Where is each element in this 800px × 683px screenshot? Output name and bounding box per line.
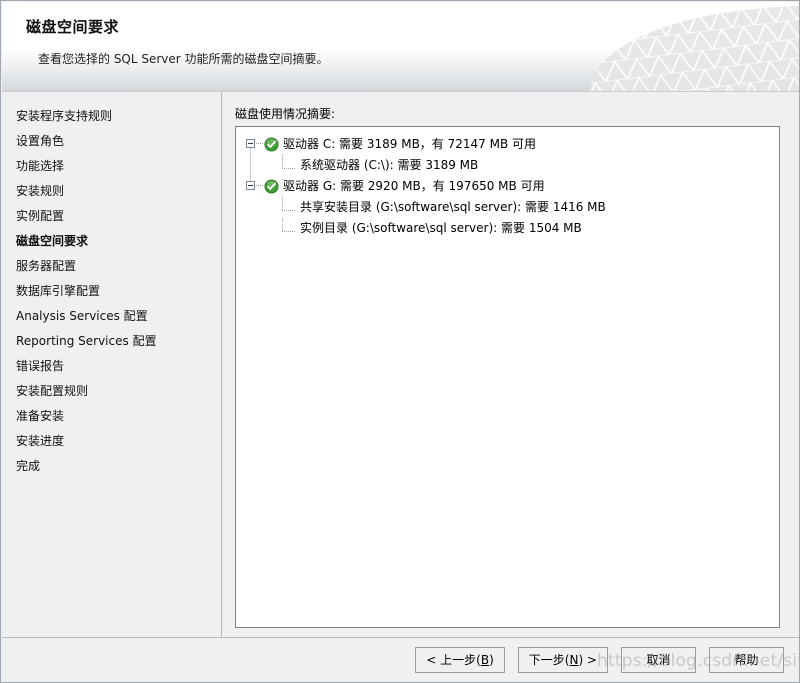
tree-drive-label: 驱动器 C: 需要 3189 MB，有 72147 MB 可用 xyxy=(283,137,537,151)
sidebar-item-15[interactable]: 完成 xyxy=(16,454,216,479)
tree-directory-row[interactable]: 实例目录 (G:\software\sql server): 需要 1504 M… xyxy=(244,218,764,239)
tree-directory-label: 共享安装目录 (G:\software\sql server): 需要 1416… xyxy=(300,200,606,214)
sidebar-item-9[interactable]: Analysis Services 配置 xyxy=(16,304,216,329)
tree-connector xyxy=(256,143,264,144)
sidebar-item-2[interactable]: 设置角色 xyxy=(16,129,216,154)
cancel-button[interactable]: 取消 xyxy=(621,647,696,673)
wizard-button-bar: < 上一步(B) 下一步(N) > 取消 帮助 xyxy=(415,647,784,673)
sidebar-item-label: 完成 xyxy=(16,459,41,473)
sidebar-item-label: 安装规则 xyxy=(16,184,65,198)
wizard-footer: < 上一步(B) 下一步(N) > 取消 帮助 xyxy=(2,637,799,682)
sidebar-item-label: 功能选择 xyxy=(16,159,65,173)
sidebar-item-7[interactable]: 服务器配置 xyxy=(16,254,216,279)
sidebar-item-label: 数据库引擎配置 xyxy=(16,284,101,298)
tree-drive-row[interactable]: 驱动器 G: 需要 2920 MB，有 197650 MB 可用 xyxy=(244,176,764,197)
sidebar-item-1[interactable]: 安装程序支持规则 xyxy=(16,104,216,129)
page-title: 磁盘空间要求 xyxy=(26,18,120,36)
sidebar-item-label: Reporting Services 配置 xyxy=(16,334,157,348)
sidebar-item-label: Analysis Services 配置 xyxy=(16,309,148,323)
mesh-dome-pattern-icon xyxy=(470,2,799,92)
tree-drive-label: 驱动器 G: 需要 2920 MB，有 197650 MB 可用 xyxy=(283,179,545,193)
sidebar-item-label: 准备安装 xyxy=(16,409,65,423)
green-check-icon xyxy=(264,137,279,152)
help-button[interactable]: 帮助 xyxy=(709,647,784,673)
tree-directory-row[interactable]: 系统驱动器 (C:\): 需要 3189 MB xyxy=(244,155,764,176)
sidebar-item-label: 磁盘空间要求 xyxy=(16,234,89,248)
disk-usage-summary-label: 磁盘使用情况摘要: xyxy=(235,107,336,121)
tree-connector xyxy=(256,185,264,186)
tree-connector xyxy=(282,197,296,211)
wizard-step-sidebar: 安装程序支持规则 设置角色功能选择安装规则实例配置磁盘空间要求 服务器配置数据库引擎… xyxy=(2,92,221,637)
sidebar-item-4[interactable]: 安装规则 xyxy=(16,179,216,204)
disk-usage-tree: 驱动器 C: 需要 3189 MB，有 72147 MB 可用系统驱动器 (C:… xyxy=(244,134,764,239)
sidebar-item-label: 安装配置规则 xyxy=(16,384,89,398)
sidebar-step-list: 安装程序支持规则 设置角色功能选择安装规则实例配置磁盘空间要求 服务器配置数据库引擎… xyxy=(16,104,216,479)
tree-connector xyxy=(282,218,296,232)
wizard-body: 安装程序支持规则 设置角色功能选择安装规则实例配置磁盘空间要求 服务器配置数据库引擎… xyxy=(2,92,799,637)
page-subtitle: 查看您选择的 SQL Server 功能所需的磁盘空间摘要。 xyxy=(38,52,329,66)
tree-directory-label: 实例目录 (G:\software\sql server): 需要 1504 M… xyxy=(300,221,582,235)
sidebar-item-11[interactable]: 错误报告 xyxy=(16,354,216,379)
sidebar-item-3[interactable]: 功能选择 xyxy=(16,154,216,179)
sidebar-item-label: 实例配置 xyxy=(16,209,65,223)
sidebar-item-10[interactable]: Reporting Services 配置 xyxy=(16,329,216,354)
sidebar-item-label: 安装进度 xyxy=(16,434,65,448)
tree-directory-row[interactable]: 共享安装目录 (G:\software\sql server): 需要 1416… xyxy=(244,197,764,218)
back-button[interactable]: < 上一步(B) xyxy=(415,647,505,673)
tree-directory-label: 系统驱动器 (C:\): 需要 3189 MB xyxy=(300,158,479,172)
sidebar-item-label: 服务器配置 xyxy=(16,259,77,273)
sidebar-item-14[interactable]: 安装进度 xyxy=(16,429,216,454)
sidebar-item-label: 安装程序支持规则 xyxy=(16,109,113,123)
main-content: 磁盘使用情况摘要: 驱动器 C: 需要 3189 MB，有 72147 MB 可… xyxy=(222,92,799,637)
disk-usage-tree-panel[interactable]: 驱动器 C: 需要 3189 MB，有 72147 MB 可用系统驱动器 (C:… xyxy=(235,126,780,628)
collapse-toggle-icon[interactable] xyxy=(246,139,255,148)
sidebar-item-label: 错误报告 xyxy=(16,359,65,373)
next-button[interactable]: 下一步(N) > xyxy=(517,647,608,673)
installer-window: 磁盘空间要求 查看您选择的 SQL Server 功能所需的磁盘空间摘要。 安装… xyxy=(0,0,800,683)
sidebar-item-5[interactable]: 实例配置 xyxy=(16,204,216,229)
sidebar-item-8[interactable]: 数据库引擎配置 xyxy=(16,279,216,304)
tree-connector xyxy=(282,155,296,169)
tree-trunk-connector xyxy=(250,148,251,181)
sidebar-item-6[interactable]: 磁盘空间要求 xyxy=(16,229,216,254)
collapse-toggle-icon[interactable] xyxy=(246,181,255,190)
green-check-icon xyxy=(264,179,279,194)
sidebar-item-12[interactable]: 安装配置规则 xyxy=(16,379,216,404)
sidebar-item-13[interactable]: 准备安装 xyxy=(16,404,216,429)
wizard-header: 磁盘空间要求 查看您选择的 SQL Server 功能所需的磁盘空间摘要。 xyxy=(2,2,799,92)
tree-drive-row[interactable]: 驱动器 C: 需要 3189 MB，有 72147 MB 可用 xyxy=(244,134,764,155)
sidebar-item-label: 设置角色 xyxy=(16,134,65,148)
